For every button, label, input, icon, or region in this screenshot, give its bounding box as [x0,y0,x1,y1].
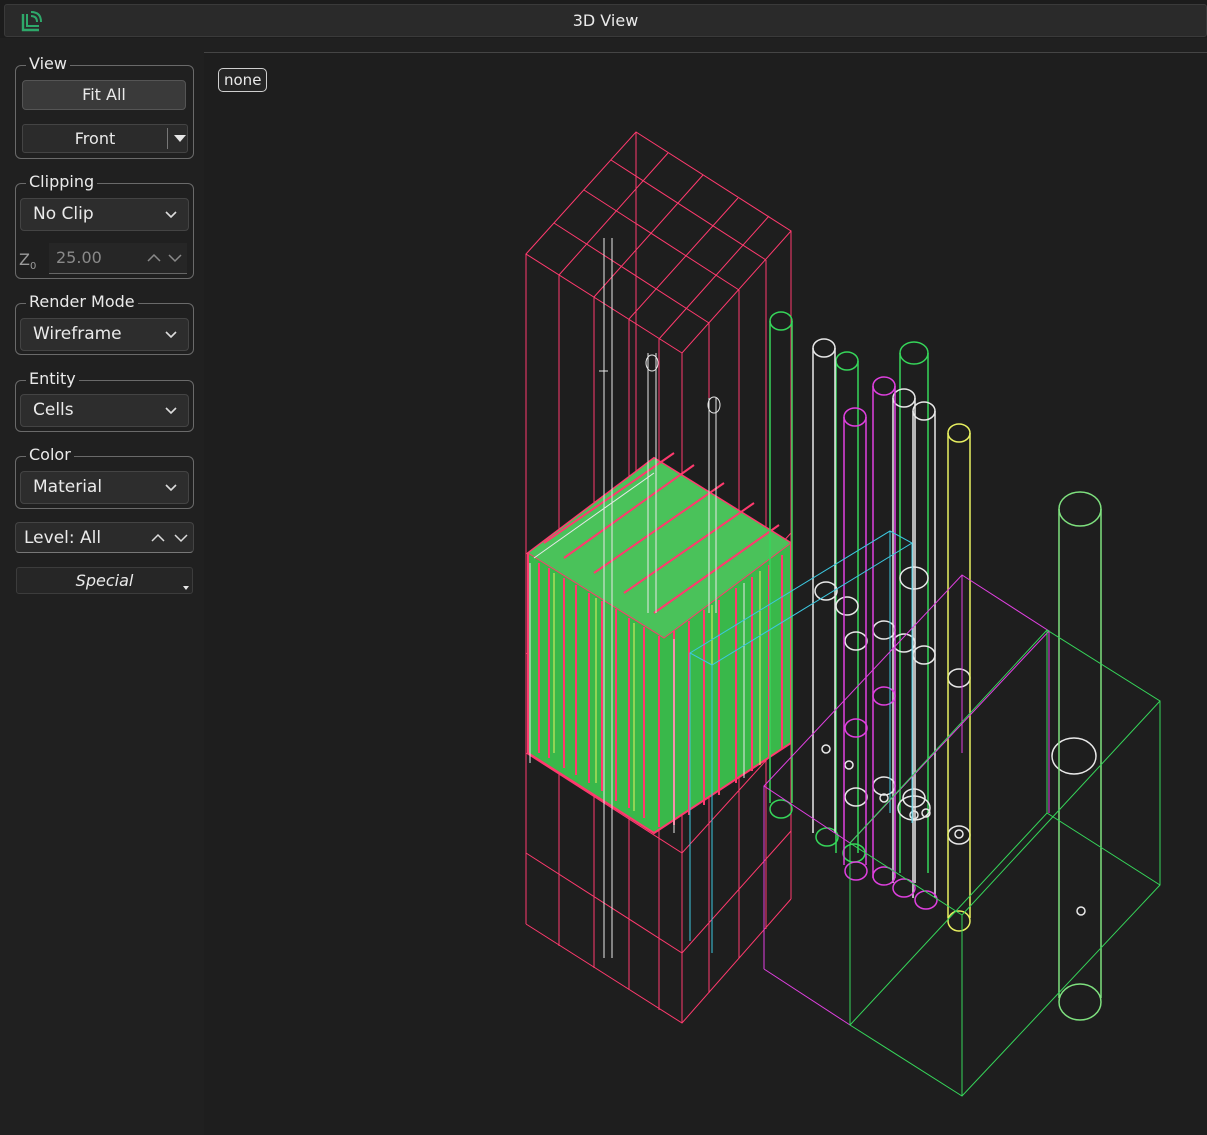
cylinder-pins [769,311,1102,1021]
view-orientation-split-button[interactable]: Front [22,124,188,153]
color-value: Material [33,477,103,497]
chevron-up-icon[interactable] [147,253,161,263]
color-group: Color Material [15,446,194,509]
clipping-mode-select[interactable]: No Clip [20,198,189,231]
title-bar-frame: 3D View [4,4,1207,37]
entity-value: Cells [33,400,74,420]
chevron-down-icon [165,331,177,339]
chevron-down-icon [165,211,177,219]
clipping-group: Clipping No Clip Z0 25.00 [15,173,194,279]
dropdown-arrow-icon[interactable] [174,135,186,142]
z0-spinbox[interactable]: 25.00 [49,243,187,274]
entity-group: Entity Cells [15,370,194,432]
z0-label: Z0 [19,250,37,273]
color-group-title: Color [26,446,74,464]
chevron-up-icon[interactable] [151,533,165,543]
color-select[interactable]: Material [20,471,189,504]
clipping-group-title: Clipping [26,173,98,191]
entity-select[interactable]: Cells [20,394,189,427]
render-mode-group: Render Mode Wireframe [15,293,194,355]
magenta-box-wireframe [763,574,1050,1026]
window-title: 3D View [572,11,639,30]
sidebar: View Fit All Front Clipping No Clip Z0 2… [0,40,204,1135]
chevron-down-icon [165,484,177,492]
special-label: Special [75,571,134,590]
chevron-down-icon [165,407,177,415]
render-mode-group-title: Render Mode [26,293,138,311]
chevron-down-icon[interactable] [168,253,182,263]
view-orientation-label[interactable]: Front [23,125,167,152]
level-value: Level: All [24,528,102,548]
wireframe-scene[interactable] [204,53,1207,1135]
z0-value: 25.00 [56,248,102,267]
render-mode-select[interactable]: Wireframe [20,318,189,351]
chevron-down-icon[interactable] [174,533,188,543]
split-separator [167,128,168,149]
level-spinbox[interactable]: Level: All [15,522,194,553]
fit-all-button[interactable]: Fit All [22,80,186,110]
entity-group-title: Entity [26,370,79,388]
clipping-mode-value: No Clip [33,204,94,224]
special-button[interactable]: Special [16,567,193,594]
view-group: View Fit All Front [15,55,194,159]
view-group-title: View [26,55,70,73]
render-mode-value: Wireframe [33,324,122,344]
3d-viewport[interactable]: none [204,52,1207,1135]
title-bar: 3D View [0,0,1207,38]
menu-indicator-icon [183,586,189,590]
green-box-wireframe [849,629,1161,1097]
